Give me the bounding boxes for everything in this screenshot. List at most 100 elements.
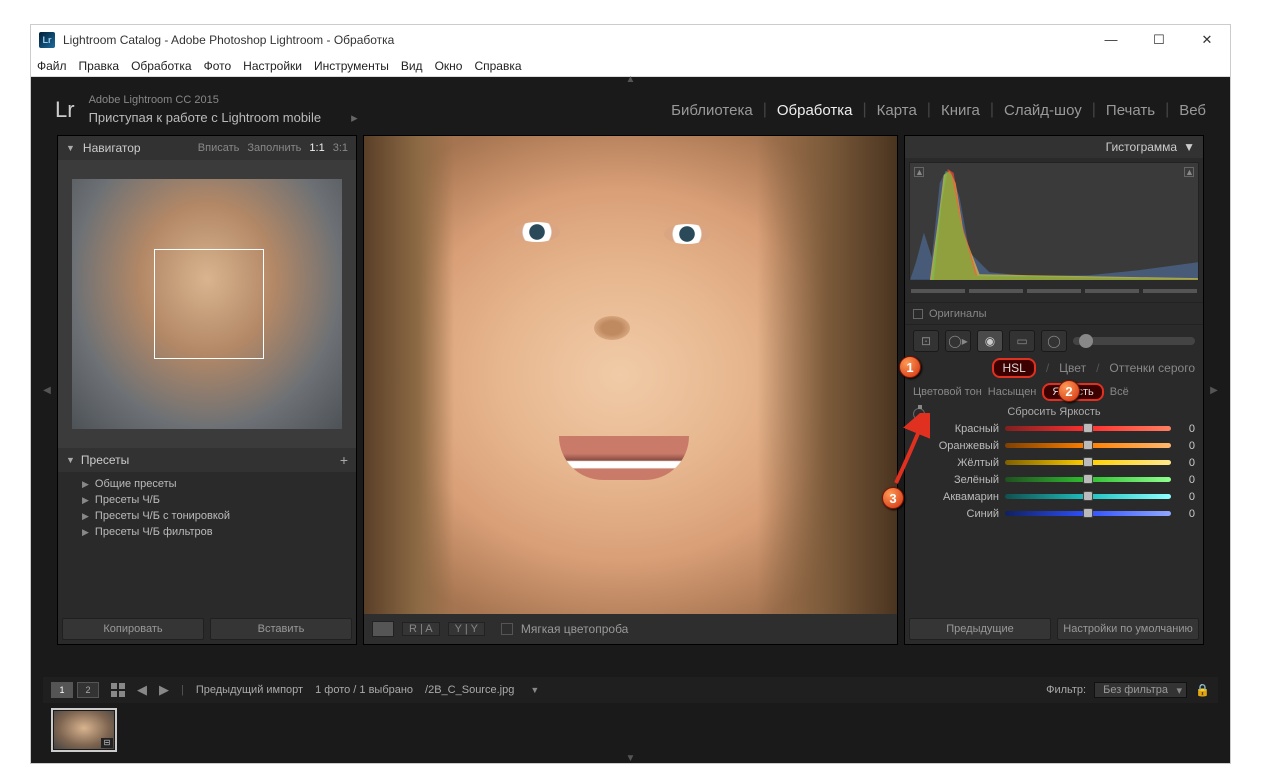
module-slideshow[interactable]: Слайд-шоу xyxy=(1004,102,1082,119)
previous-button[interactable]: Предыдущие xyxy=(909,618,1051,640)
copy-button[interactable]: Копировать xyxy=(62,618,204,640)
filmstrip[interactable]: ⊟ xyxy=(43,705,1218,755)
zoom-1to1[interactable]: 1:1 xyxy=(309,142,324,154)
grid-view-icon[interactable] xyxy=(111,683,125,697)
color-tab[interactable]: Цвет xyxy=(1059,361,1086,375)
module-map[interactable]: Карта xyxy=(877,102,917,119)
bw-tab[interactable]: Оттенки серого xyxy=(1109,361,1195,375)
product-name: Adobe Lightroom CC 2015 xyxy=(89,93,358,108)
menu-help[interactable]: Справка xyxy=(474,59,521,73)
view-mode-2[interactable]: 2 xyxy=(77,682,99,698)
slider-knob[interactable] xyxy=(1083,440,1093,450)
navigator-header[interactable]: ▼ Навигатор Вписать Заполнить 1:1 3:1 xyxy=(58,136,356,160)
view-mode-1[interactable]: 1 xyxy=(51,682,73,698)
filter-dropdown[interactable]: Без фильтра xyxy=(1094,682,1187,698)
slider-knob[interactable] xyxy=(1083,457,1093,467)
preset-folder[interactable]: ▶Пресеты Ч/Б с тонировкой xyxy=(58,508,356,524)
mobile-caret-icon[interactable]: ▸ xyxy=(351,110,358,125)
histogram-zones[interactable] xyxy=(905,284,1203,298)
paste-button[interactable]: Вставить xyxy=(210,618,352,640)
navigator-zoom-rect[interactable] xyxy=(154,249,264,359)
left-panel: ▼ Навигатор Вписать Заполнить 1:1 3:1 ▼ xyxy=(57,135,357,645)
gradient-tool-icon[interactable]: ▭ xyxy=(1009,330,1035,352)
brush-size-slider[interactable] xyxy=(1073,337,1195,345)
compare-before-after-icon[interactable]: R | A xyxy=(402,622,440,636)
slider-knob[interactable] xyxy=(1083,474,1093,484)
redeye-tool-icon[interactable]: ◉ xyxy=(977,330,1003,352)
preset-folder[interactable]: ▶Пресеты Ч/Б фильтров xyxy=(58,524,356,540)
histogram-title: Гистограмма xyxy=(1106,140,1177,154)
add-preset-icon[interactable]: + xyxy=(340,452,348,468)
luminance-slider[interactable] xyxy=(1005,494,1171,499)
radial-tool-icon[interactable]: ◯ xyxy=(1041,330,1067,352)
softproof-checkbox[interactable] xyxy=(501,623,513,635)
presets-title: Пресеты xyxy=(81,453,129,467)
compare-split-icon[interactable]: Y | Y xyxy=(448,622,485,636)
module-book[interactable]: Книга xyxy=(941,102,980,119)
menu-settings[interactable]: Настройки xyxy=(243,59,302,73)
reset-defaults-button[interactable]: Настройки по умолчанию xyxy=(1057,618,1199,640)
module-web[interactable]: Веб xyxy=(1179,102,1206,119)
navigator-preview[interactable] xyxy=(58,160,356,448)
reset-luminance[interactable]: Сбросить Яркость xyxy=(913,406,1195,418)
luminance-slider[interactable] xyxy=(1005,443,1171,448)
hsl-tab[interactable]: HSL xyxy=(992,358,1035,378)
caret-down-icon[interactable]: ▼ xyxy=(530,685,539,695)
minimize-button[interactable]: — xyxy=(1096,32,1126,48)
loupe-view-icon[interactable] xyxy=(372,621,394,637)
menu-edit[interactable]: Правка xyxy=(79,59,120,73)
prev-photo-icon[interactable]: ◀ xyxy=(137,682,147,698)
preset-folder[interactable]: ▶Общие пресеты xyxy=(58,476,356,492)
next-photo-icon[interactable]: ▶ xyxy=(159,682,169,698)
presets-header[interactable]: ▼ Пресеты + xyxy=(58,448,356,472)
close-button[interactable]: ✕ xyxy=(1192,32,1222,48)
menu-photo[interactable]: Фото xyxy=(204,59,232,73)
luminance-slider[interactable] xyxy=(1005,477,1171,482)
all-subtab[interactable]: Всё xyxy=(1110,386,1129,398)
bottom-panel-toggle[interactable]: ▼ xyxy=(31,755,1230,763)
crop-tool-icon[interactable]: ⊡ xyxy=(913,330,939,352)
histogram-header[interactable]: Гистограмма ▼ xyxy=(905,136,1203,158)
luminance-slider[interactable] xyxy=(1005,460,1171,465)
main-image-view[interactable] xyxy=(364,136,897,614)
hue-subtab[interactable]: Цветовой тон xyxy=(913,386,982,398)
histogram[interactable]: ▲ ▲ xyxy=(909,162,1199,280)
filmstrip-thumbnail[interactable]: ⊟ xyxy=(51,708,117,752)
menu-window[interactable]: Окно xyxy=(435,59,463,73)
top-panel-toggle[interactable]: ▲ xyxy=(31,77,1230,85)
module-library[interactable]: Библиотека xyxy=(671,102,753,119)
checkbox-icon[interactable] xyxy=(913,309,923,319)
zoom-fill[interactable]: Заполнить xyxy=(247,142,301,154)
sat-subtab[interactable]: Насыщен xyxy=(988,386,1037,398)
zoom-fit[interactable]: Вписать xyxy=(198,142,240,154)
menu-tools[interactable]: Инструменты xyxy=(314,59,389,73)
lightroom-logo-icon: Lr xyxy=(55,97,75,123)
preset-label: Общие пресеты xyxy=(95,478,177,490)
luminance-slider[interactable] xyxy=(1005,511,1171,516)
module-develop[interactable]: Обработка xyxy=(777,102,853,119)
source-label[interactable]: Предыдущий импорт xyxy=(196,684,303,696)
menu-file[interactable]: Файл xyxy=(37,59,67,73)
develop-toolbar: R | A Y | Y Мягкая цветопроба xyxy=(364,614,897,644)
menu-develop[interactable]: Обработка xyxy=(131,59,192,73)
menu-view[interactable]: Вид xyxy=(401,59,423,73)
zoom-3to1[interactable]: 3:1 xyxy=(333,142,348,154)
current-filename: /2B_C_Source.jpg xyxy=(425,684,514,696)
spot-tool-icon[interactable]: ◯▸ xyxy=(945,330,971,352)
left-panel-toggle[interactable]: ◀ xyxy=(43,135,51,645)
mobile-link[interactable]: Lightroom mobile xyxy=(221,110,321,125)
maximize-button[interactable]: ☐ xyxy=(1144,32,1174,48)
hsl-subtabs: Цветовой тон Насыщен 2 Яркость Всё xyxy=(905,380,1203,404)
right-panel-toggle[interactable]: ▶ xyxy=(1210,135,1218,645)
preset-folder[interactable]: ▶Пресеты Ч/Б xyxy=(58,492,356,508)
preset-label: Пресеты Ч/Б xyxy=(95,494,160,506)
module-print[interactable]: Печать xyxy=(1106,102,1155,119)
app-logo-icon: Lr xyxy=(39,32,55,48)
originals-row[interactable]: Оригиналы xyxy=(905,302,1203,324)
filter-lock-icon[interactable]: 🔒 xyxy=(1195,683,1210,697)
slider-knob[interactable] xyxy=(1083,491,1093,501)
slider-knob[interactable] xyxy=(1083,508,1093,518)
luminance-slider-row: Оранжевый0 xyxy=(913,437,1195,454)
slider-knob[interactable] xyxy=(1083,423,1093,433)
luminance-slider[interactable] xyxy=(1005,426,1171,431)
